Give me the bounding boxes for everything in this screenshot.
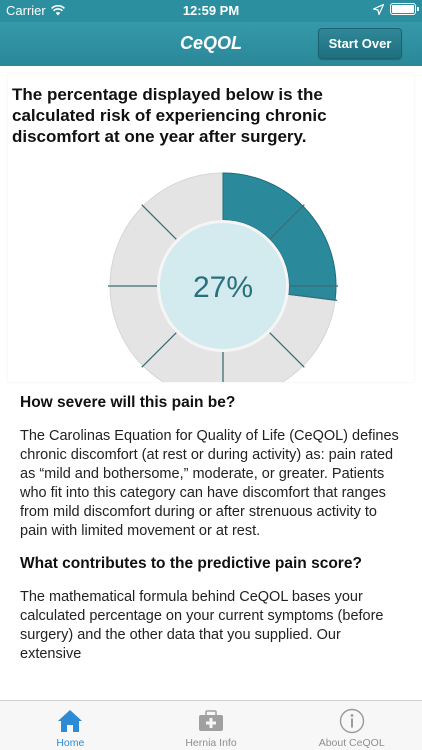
section-text: The Carolinas Equation for Quality of Li…	[20, 428, 399, 539]
section-title: What contributes to the predictive pain …	[20, 555, 362, 572]
battery-icon	[390, 3, 419, 15]
main-content[interactable]: The percentage displayed below is the ca…	[0, 66, 422, 700]
risk-gauge: 27%	[0, 147, 422, 382]
medical-kit-icon	[197, 707, 225, 735]
section-text: The mathematical formula behind CeQOL ba…	[20, 589, 384, 662]
tab-home[interactable]: Home	[0, 701, 141, 750]
status-right	[373, 3, 419, 15]
location-arrow-icon	[373, 3, 384, 15]
info-icon	[339, 707, 365, 735]
tab-hernia-info[interactable]: Hernia Info	[141, 701, 282, 750]
navigation-bar: CeQOL Start Over	[0, 22, 422, 66]
start-over-button[interactable]: Start Over	[318, 28, 402, 59]
risk-gauge-svg: 27%	[108, 172, 338, 382]
home-icon	[57, 707, 83, 735]
section-title: How severe will this pain be?	[20, 394, 236, 411]
tab-label: About CeQOL	[318, 737, 385, 749]
tab-label: Hernia Info	[185, 737, 237, 749]
tab-label: Home	[56, 737, 85, 749]
status-bar: Carrier 12:59 PM	[0, 0, 422, 22]
info-panel: How severe will this pain be? The Caroli…	[8, 392, 414, 664]
status-time: 12:59 PM	[182, 3, 240, 18]
tab-about[interactable]: About CeQOL	[281, 701, 422, 750]
result-panel: The percentage displayed below is the ca…	[8, 74, 414, 382]
gauge-percentage: 27%	[193, 271, 253, 304]
result-headline: The percentage displayed below is the ca…	[12, 85, 327, 146]
tab-bar: Home Hernia Info About CeQOL	[0, 700, 422, 750]
